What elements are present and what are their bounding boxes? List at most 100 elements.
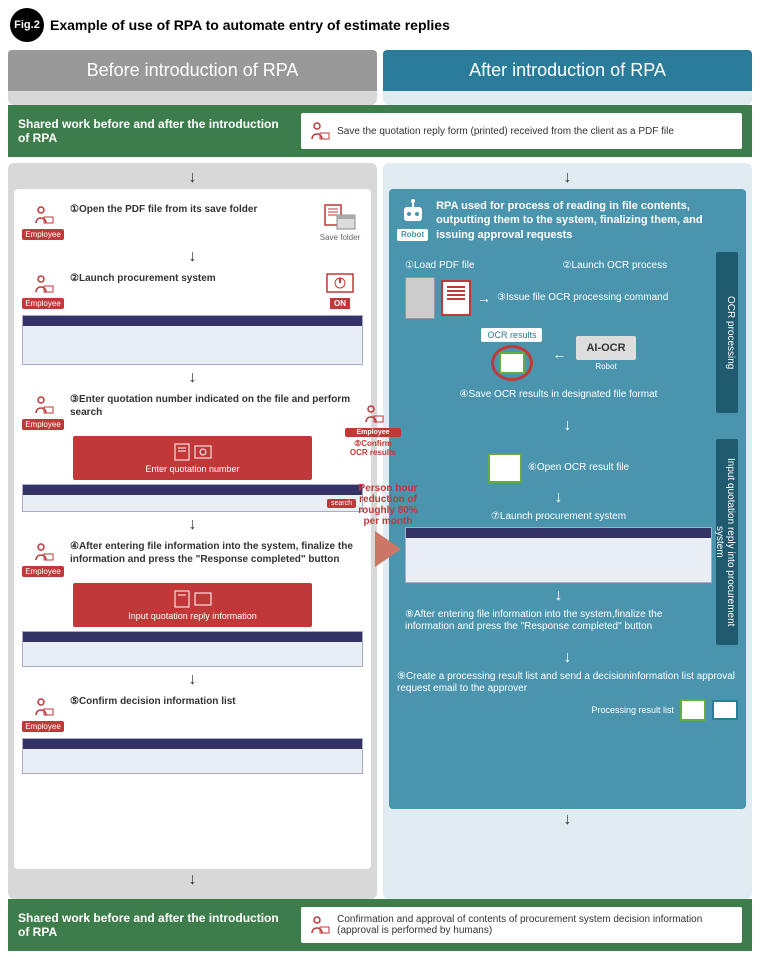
after-heading: After introduction of RPA	[383, 50, 752, 91]
step-1: Employee ①Open the PDF file from its sav…	[22, 203, 363, 242]
employee-label: Employee	[22, 721, 64, 732]
ai-ocr-box: AI-OCR	[576, 336, 635, 360]
step-3: Employee ③Enter quotation number indicat…	[22, 393, 363, 430]
employee-icon: Employee	[22, 272, 64, 309]
shared-work-top: Shared work before and after the introdu…	[8, 105, 752, 157]
rpa-desc-text: RPA used for process of reading in file …	[436, 199, 738, 242]
rpa-description: Robot RPA used for process of reading in…	[397, 199, 738, 242]
arrow-down-icon: ↓	[397, 417, 738, 435]
before-heading: Before introduction of RPA	[8, 50, 377, 91]
r-step-6: ⑥Open OCR result file	[528, 462, 629, 474]
arrow-left-icon: ←	[552, 346, 566, 362]
arrow-down-icon: ↓	[14, 169, 371, 187]
arrow-down-icon: ↓	[22, 516, 363, 534]
r-step-4: ④Save OCR results in designated file for…	[405, 389, 712, 401]
input-reply-text: Input quotation reply information	[79, 611, 306, 621]
big-arrow-icon	[375, 531, 401, 567]
pdf-doc-icon	[441, 280, 471, 316]
input-reply-box: Input quotation reply information	[73, 583, 312, 627]
arrow-down-icon: ↓	[389, 169, 746, 187]
figure-label: Fig.2 Example of use of RPA to automate …	[0, 0, 760, 50]
ocr-row-2: OCR results ← AI-OCR Robot	[405, 325, 712, 383]
r-step-9: ⑨Create a processing result list and sen…	[397, 671, 738, 695]
person-laptop-icon	[307, 913, 331, 937]
ocr-results-label: OCR results	[481, 328, 542, 342]
decision-screenshot	[22, 738, 363, 774]
ocr-bar: OCR processing	[716, 252, 738, 413]
input-bar: Input quotation reply into procurement s…	[716, 439, 738, 645]
employee-icon: Employee	[22, 695, 64, 732]
input-zone: Input quotation reply into procurement s…	[397, 439, 738, 645]
before-flow: ↓ Employee ①Open the PDF file from its s…	[8, 163, 377, 899]
step-5: Employee ⑤Confirm decision information l…	[22, 695, 363, 732]
shared-top-label: Shared work before and after the introdu…	[18, 117, 293, 145]
step-1-text: ①Open the PDF file from its save folder	[70, 203, 311, 216]
step-2: Employee ②Launch procurement system ON	[22, 272, 363, 309]
r-step-7: ⑦Launch procurement system	[405, 511, 712, 523]
mail-icon	[712, 700, 738, 720]
shared-bottom-text: Confirmation and approval of contents of…	[337, 914, 736, 936]
figure-title: Example of use of RPA to automate entry …	[50, 17, 450, 33]
shared-bottom-action: Confirmation and approval of contents of…	[301, 907, 742, 943]
enter-quotation-text: Enter quotation number	[79, 464, 306, 474]
after-column: After introduction of RPA	[383, 50, 752, 105]
arrow-right-icon: →	[477, 290, 491, 306]
robot-icon: Robot	[397, 199, 428, 241]
procurement-screenshot-r	[405, 527, 712, 583]
step-4-text: ④After entering file information into th…	[70, 540, 363, 566]
shared-top-text: Save the quotation reply form (printed) …	[337, 126, 674, 137]
processing-result-row: Processing result list	[397, 699, 738, 721]
employee-icon: Employee	[22, 540, 64, 577]
r-step-5: ⑤Confirm OCR results	[345, 439, 401, 457]
arrow-down-icon: ↓	[22, 369, 363, 387]
ocr-processing-zone: OCR processing ①Load PDF file ②Launch OC…	[397, 252, 738, 413]
procurement-screenshot	[22, 315, 363, 365]
spreadsheet-icon	[680, 699, 706, 721]
reduction-callout: Person hour reduction of roughly 80% per…	[357, 483, 419, 571]
employee-label: Employee	[22, 298, 64, 309]
employee-icon: Employee	[22, 393, 64, 430]
r-step-8: ⑧After entering file information into th…	[405, 609, 712, 633]
after-flow: Person hour reduction of roughly 80% per…	[383, 163, 752, 899]
r-step-2: ②Launch OCR process	[563, 260, 713, 271]
before-title: Before introduction of RPA	[14, 60, 371, 81]
arrow-down-icon: ↓	[22, 248, 363, 266]
ai-robot-label: Robot	[576, 362, 635, 371]
shared-work-bottom: Shared work before and after the introdu…	[8, 899, 752, 951]
before-column: Before introduction of RPA	[8, 50, 377, 105]
step-6-row: ⑥Open OCR result file	[405, 453, 712, 483]
r-step-3: ③Issue file OCR processing command	[497, 292, 712, 303]
employee-icon: Employee	[22, 203, 64, 240]
columns-container: Before introduction of RPA After introdu…	[0, 50, 760, 105]
save-folder-label: Save folder	[320, 233, 360, 242]
confirm-emp-label: Employee	[345, 428, 401, 437]
server-icon	[405, 277, 435, 319]
spreadsheet-icon	[488, 453, 522, 483]
figure-number: Fig.2	[10, 8, 44, 42]
spreadsheet-icon	[499, 352, 525, 374]
arrow-down-icon: ↓	[397, 649, 738, 667]
employee-label: Employee	[22, 229, 64, 240]
person-laptop-icon	[307, 119, 331, 143]
reduction-text: Person hour reduction of roughly 80% per…	[357, 483, 419, 527]
step-4: Employee ④After entering file informatio…	[22, 540, 363, 577]
reply-screenshot	[22, 631, 363, 667]
step-5-text: ⑤Confirm decision information list	[70, 695, 363, 708]
confirm-ocr-callout: Employee ⑤Confirm OCR results	[345, 402, 401, 457]
arrow-down-icon: ↓	[14, 871, 371, 889]
enter-quotation-box: Enter quotation number	[73, 436, 312, 480]
employee-label: Employee	[22, 419, 64, 430]
employee-label: Employee	[22, 566, 64, 577]
shared-top-action: Save the quotation reply form (printed) …	[301, 113, 742, 149]
arrow-down-icon: ↓	[22, 671, 363, 689]
on-label: ON	[330, 298, 350, 309]
search-button: search	[327, 499, 356, 508]
main-flow: ↓ Employee ①Open the PDF file from its s…	[0, 163, 760, 899]
robot-label: Robot	[397, 229, 428, 241]
after-title: After introduction of RPA	[389, 60, 746, 81]
after-steps: Robot RPA used for process of reading in…	[389, 189, 746, 809]
proc-list-label: Processing result list	[591, 705, 674, 715]
save-folder-icon: Save folder	[317, 203, 363, 242]
ocr-row-1: → ③Issue file OCR processing command	[405, 277, 712, 319]
arrow-down-icon: ↓	[405, 489, 712, 507]
